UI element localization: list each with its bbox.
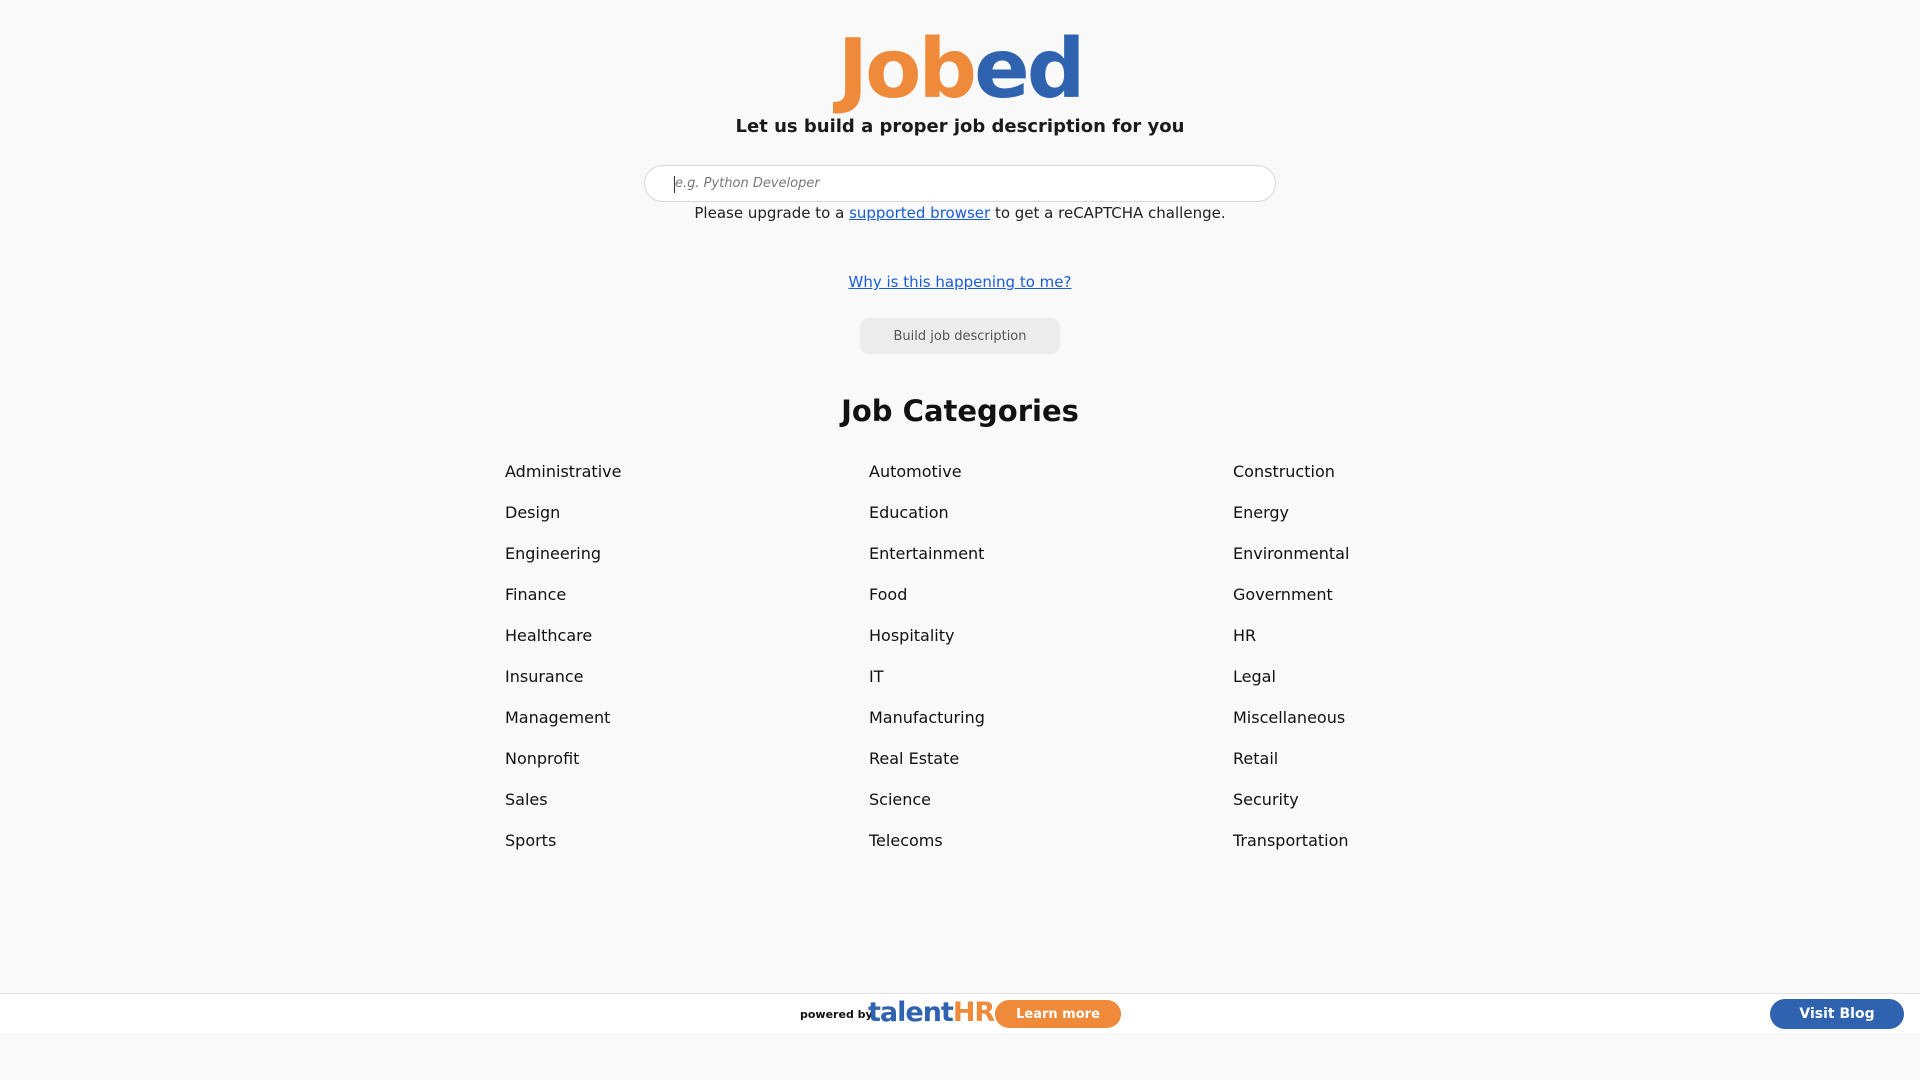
talenthr-logo[interactable]: talentHR: [868, 997, 995, 1029]
category-link[interactable]: HR: [1233, 624, 1465, 665]
category-link[interactable]: Sports: [505, 829, 869, 870]
category-link[interactable]: Sales: [505, 788, 869, 829]
job-title-search[interactable]: [644, 165, 1276, 202]
category-link[interactable]: Education: [869, 501, 1233, 542]
category-link[interactable]: Insurance: [505, 665, 869, 706]
category-link[interactable]: Design: [505, 501, 869, 542]
recaptcha-message: Please upgrade to a supported browser to…: [0, 204, 1920, 222]
logo-part-ed: ed: [974, 22, 1085, 117]
category-link[interactable]: Nonprofit: [505, 747, 869, 788]
category-link[interactable]: Retail: [1233, 747, 1465, 788]
learn-more-button[interactable]: Learn more: [995, 1000, 1121, 1028]
talenthr-logo-part1: talent: [868, 997, 954, 1028]
category-link[interactable]: Transportation: [1233, 829, 1465, 870]
category-link[interactable]: Legal: [1233, 665, 1465, 706]
recaptcha-text-after: to get a reCAPTCHA challenge.: [990, 204, 1226, 222]
powered-by-label: powered by: [800, 1008, 873, 1021]
category-link[interactable]: Environmental: [1233, 542, 1465, 583]
category-link[interactable]: Government: [1233, 583, 1465, 624]
job-title-input[interactable]: [675, 166, 1255, 201]
why-happening-link[interactable]: Why is this happening to me?: [849, 273, 1072, 291]
category-link[interactable]: Management: [505, 706, 869, 747]
job-categories-grid: Administrative Automotive Construction D…: [505, 460, 1465, 870]
category-link[interactable]: Energy: [1233, 501, 1465, 542]
build-job-description-button[interactable]: Build job description: [860, 318, 1060, 354]
category-link[interactable]: Miscellaneous: [1233, 706, 1465, 747]
logo-part-job: Job: [837, 22, 978, 117]
category-link[interactable]: Science: [869, 788, 1233, 829]
job-categories-title: Job Categories: [841, 394, 1079, 428]
tagline: Let us build a proper job description fo…: [735, 116, 1185, 137]
jobed-logo: Jobed: [0, 22, 1920, 118]
category-link[interactable]: Construction: [1233, 460, 1465, 501]
category-link[interactable]: Hospitality: [869, 624, 1233, 665]
category-link[interactable]: Telecoms: [869, 829, 1233, 870]
category-link[interactable]: Automotive: [869, 460, 1233, 501]
category-link[interactable]: Entertainment: [869, 542, 1233, 583]
category-link[interactable]: Finance: [505, 583, 869, 624]
footer-bar: powered by talentHR Learn more Visit Blo…: [0, 993, 1920, 1033]
talenthr-logo-part2: HR: [952, 997, 995, 1028]
visit-blog-button[interactable]: Visit Blog: [1770, 999, 1904, 1029]
category-link[interactable]: IT: [869, 665, 1233, 706]
category-link[interactable]: Food: [869, 583, 1233, 624]
recaptcha-text-before: Please upgrade to a: [694, 204, 850, 222]
category-link[interactable]: Engineering: [505, 542, 869, 583]
category-link[interactable]: Manufacturing: [869, 706, 1233, 747]
category-link[interactable]: Security: [1233, 788, 1465, 829]
supported-browser-link[interactable]: supported browser: [849, 204, 990, 222]
category-link[interactable]: Healthcare: [505, 624, 869, 665]
category-link[interactable]: Real Estate: [869, 747, 1233, 788]
category-link[interactable]: Administrative: [505, 460, 869, 501]
